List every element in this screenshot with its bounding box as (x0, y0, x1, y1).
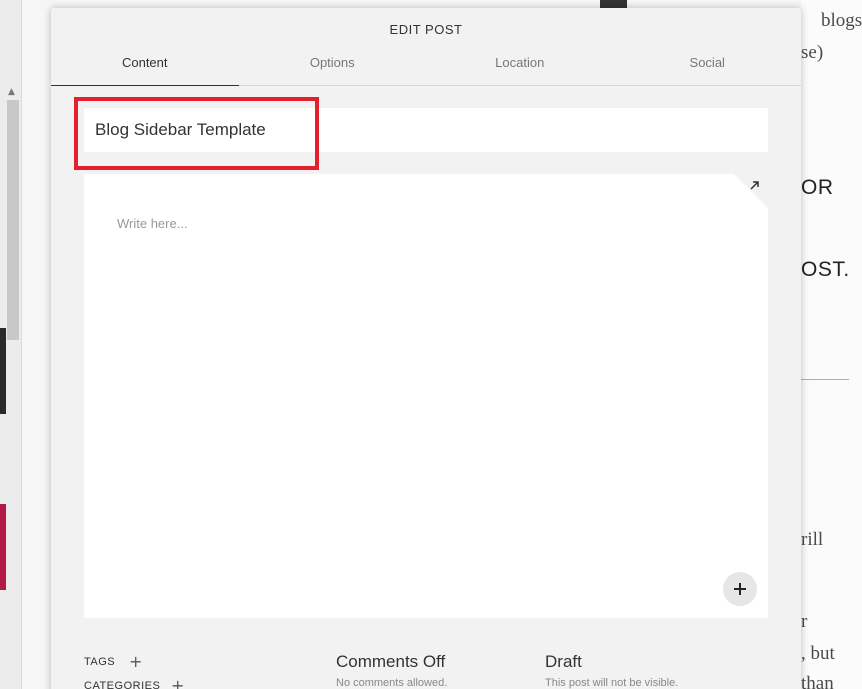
post-body-editor[interactable]: Write here... (84, 174, 768, 618)
tab-bar: Content Options Location Social (51, 53, 801, 86)
post-status[interactable]: Draft (545, 652, 582, 672)
article-heading: OR (801, 176, 834, 199)
background-scrollbar[interactable] (7, 100, 19, 340)
tab-location[interactable]: Location (426, 53, 614, 85)
scroll-up-arrow-icon[interactable]: ▲ (8, 87, 15, 97)
post-status-description: This post will not be visible. (545, 677, 679, 689)
edit-post-modal: EDIT POST Content Options Location Socia… (51, 8, 801, 689)
editor-placeholder: Write here... (117, 216, 188, 231)
thumbnail-image (0, 504, 6, 590)
article-text: , but (801, 643, 835, 664)
categories-label: CATEGORIES (84, 680, 161, 689)
add-tag-icon[interactable]: + (129, 654, 142, 670)
comments-setting[interactable]: Comments Off (336, 652, 445, 672)
modal-title: EDIT POST (389, 22, 463, 37)
tab-content[interactable]: Content (51, 53, 239, 86)
expand-icon[interactable] (748, 178, 762, 192)
article-text: rill (801, 529, 824, 550)
background-tab (600, 0, 627, 8)
post-title-input[interactable] (84, 108, 768, 152)
article-text: se) (801, 42, 824, 63)
tab-options[interactable]: Options (239, 53, 427, 85)
article-text: r (801, 611, 808, 632)
add-category-icon[interactable]: + (171, 678, 184, 689)
article-heading: OST. (801, 258, 850, 281)
tab-social[interactable]: Social (614, 53, 802, 85)
comments-description: No comments allowed. (336, 677, 448, 689)
tags-label: TAGS (84, 656, 116, 668)
add-block-button[interactable] (723, 572, 757, 606)
thumbnail-image (0, 328, 6, 414)
plus-icon (734, 583, 746, 595)
article-divider (801, 379, 849, 380)
article-text: than (801, 673, 834, 689)
background-article: blogs se) OR OST. rill r , but than (801, 0, 862, 689)
article-text: blogs (821, 10, 862, 31)
